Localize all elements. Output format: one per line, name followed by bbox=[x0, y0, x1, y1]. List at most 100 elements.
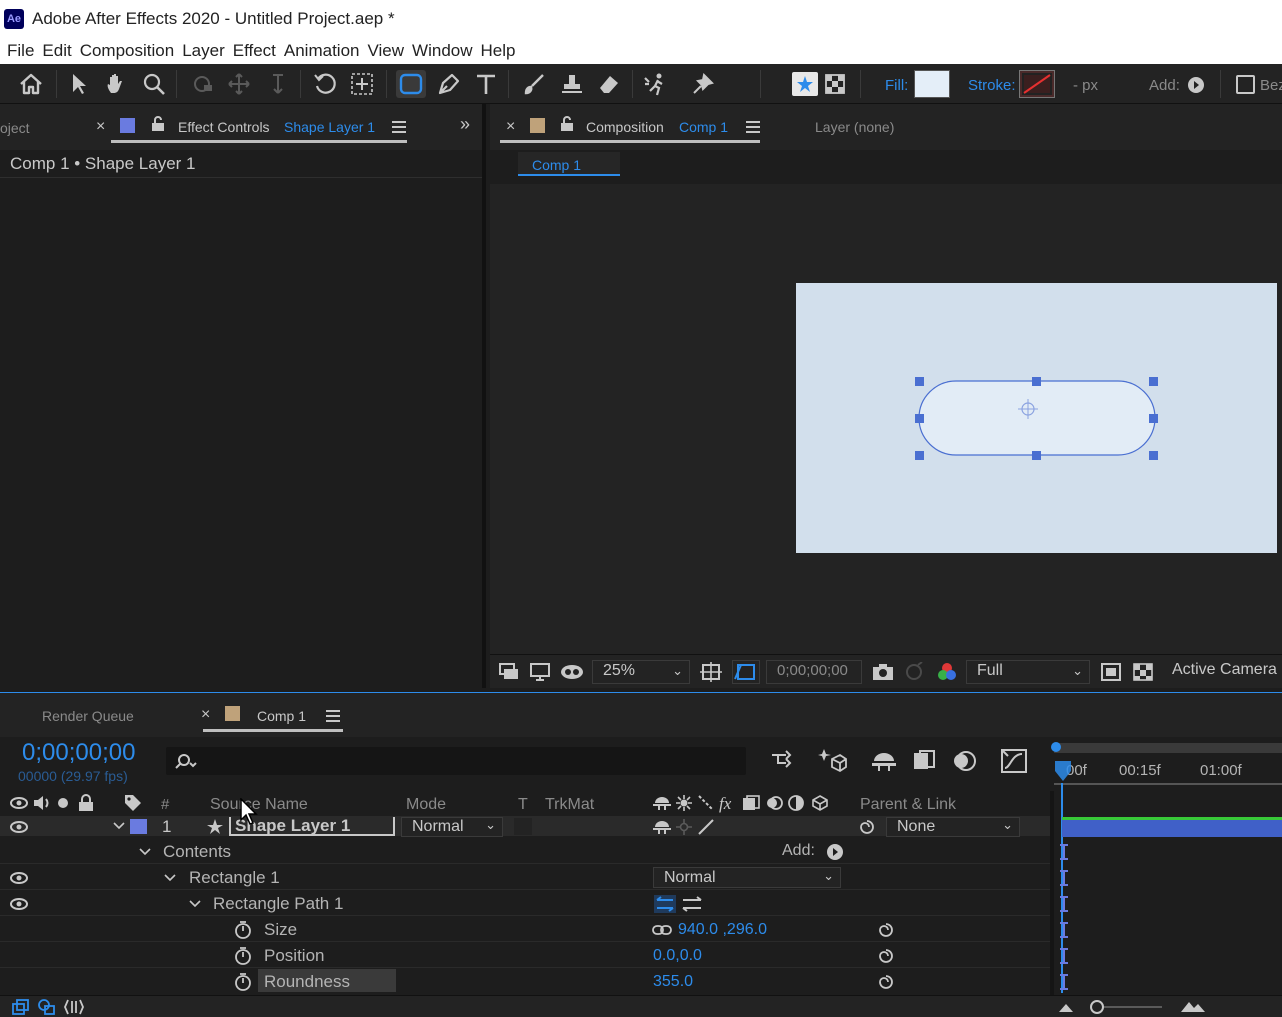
hand-tool-icon[interactable] bbox=[103, 71, 129, 97]
lock-column-icon[interactable] bbox=[78, 794, 94, 812]
resolution-dropdown[interactable]: Full ⌄ bbox=[966, 660, 1090, 684]
timeline-zoom-slider-track[interactable] bbox=[1096, 1006, 1162, 1008]
effect-controls-target[interactable]: Shape Layer 1 bbox=[284, 119, 375, 135]
roundness-expression-whip-icon[interactable] bbox=[877, 973, 895, 991]
snapshot-camera-icon[interactable] bbox=[872, 662, 894, 687]
close-comp-tab-icon[interactable]: × bbox=[506, 118, 515, 136]
monitor-icon[interactable] bbox=[530, 662, 550, 687]
contents-row[interactable]: Contents Add: bbox=[0, 839, 1050, 864]
transfer-controls-toggle-icon[interactable] bbox=[38, 999, 56, 1015]
frame-blend-switch-icon[interactable] bbox=[742, 795, 760, 811]
size-property-row[interactable]: Size 940.0 ,296.0 bbox=[0, 917, 1050, 942]
add-shape-button-icon[interactable] bbox=[1187, 76, 1205, 94]
audio-speaker-icon[interactable] bbox=[32, 795, 52, 811]
tool-creates-mask-icon[interactable] bbox=[822, 71, 848, 97]
current-time-display[interactable]: 0;00;00;00 bbox=[766, 660, 862, 684]
comp-subtab[interactable]: Comp 1 bbox=[518, 152, 620, 176]
stroke-label[interactable]: Stroke: bbox=[968, 77, 1016, 94]
rectangle-path-eye-icon[interactable] bbox=[10, 897, 28, 911]
layer-switches-toggle-icon[interactable] bbox=[12, 999, 30, 1015]
stroke-width-value[interactable]: - px bbox=[1073, 77, 1098, 94]
preserve-transparency-checkbox[interactable] bbox=[514, 818, 532, 835]
rounded-rectangle-shape[interactable] bbox=[796, 283, 1277, 553]
layer-quality-switch-icon[interactable] bbox=[698, 819, 714, 835]
brush-tool-icon[interactable] bbox=[521, 71, 547, 97]
solo-dot-icon[interactable] bbox=[58, 798, 68, 808]
motion-blur-icon[interactable] bbox=[952, 749, 976, 778]
position-value[interactable]: 0.0,0.0 bbox=[653, 947, 702, 965]
layer-duration-bar[interactable] bbox=[1062, 820, 1282, 837]
comp-lock-icon[interactable] bbox=[560, 116, 574, 137]
position-stopwatch-icon[interactable] bbox=[234, 946, 252, 966]
layer-collapse-switch-icon[interactable] bbox=[676, 819, 692, 835]
contents-add-button-icon[interactable] bbox=[826, 843, 844, 861]
tab-render-queue[interactable]: Render Queue bbox=[42, 708, 134, 724]
menu-window[interactable]: Window bbox=[412, 41, 472, 61]
panel-menu-icon[interactable] bbox=[392, 120, 406, 138]
frame-blending-icon[interactable] bbox=[912, 749, 936, 778]
panel-overflow-icon[interactable]: » bbox=[460, 114, 470, 135]
pan-camera-icon[interactable] bbox=[226, 71, 252, 97]
shy-switch-icon[interactable] bbox=[652, 795, 672, 811]
hide-shy-layers-icon[interactable] bbox=[870, 749, 898, 778]
menu-effect[interactable]: Effect bbox=[233, 41, 276, 61]
type-tool-icon[interactable] bbox=[473, 71, 499, 97]
tab-project[interactable]: oject bbox=[0, 120, 30, 136]
composition-mini-flowchart-icon[interactable] bbox=[770, 749, 798, 778]
timeline-current-time[interactable]: 0;00;00;00 bbox=[22, 739, 135, 767]
playhead-icon[interactable] bbox=[1054, 761, 1072, 783]
bezier-path-checkbox[interactable] bbox=[1236, 75, 1255, 94]
region-of-interest-icon[interactable] bbox=[1100, 662, 1122, 687]
layer-mode-dropdown[interactable]: Normal ⌄ bbox=[401, 817, 503, 837]
parent-pick-whip-icon[interactable] bbox=[857, 818, 877, 836]
channel-rgb-icon[interactable] bbox=[936, 662, 958, 687]
close-tab-icon[interactable]: × bbox=[96, 118, 105, 136]
comp-panel-menu-icon[interactable] bbox=[746, 120, 760, 138]
menu-file[interactable]: File bbox=[7, 41, 34, 61]
rectangle-tool-icon[interactable] bbox=[396, 70, 426, 98]
zoom-tool-icon[interactable] bbox=[141, 71, 167, 97]
timeline-panel-menu-icon[interactable] bbox=[326, 709, 340, 727]
roundness-property-row[interactable]: Roundness 355.0 bbox=[0, 969, 1050, 994]
magnification-dropdown[interactable]: 25% ⌄ bbox=[592, 660, 690, 684]
rectangle-eye-icon[interactable] bbox=[10, 871, 28, 885]
mask-visibility-icon[interactable] bbox=[560, 662, 584, 687]
rectangle-path-row[interactable]: Rectangle Path 1 bbox=[0, 891, 1050, 916]
roundness-label-highlight[interactable]: Roundness bbox=[258, 969, 396, 992]
lock-icon[interactable] bbox=[151, 116, 165, 137]
menu-composition[interactable]: Composition bbox=[80, 41, 175, 61]
in-out-duration-toggle-icon[interactable] bbox=[64, 999, 84, 1015]
position-property-row[interactable]: Position 0.0,0.0 bbox=[0, 943, 1050, 968]
menu-layer[interactable]: Layer bbox=[182, 41, 225, 61]
menu-edit[interactable]: Edit bbox=[42, 41, 71, 61]
show-snapshot-icon[interactable] bbox=[904, 661, 924, 687]
constrain-proportions-link-icon[interactable] bbox=[652, 924, 672, 936]
draft-3d-icon[interactable] bbox=[818, 747, 848, 780]
pen-tool-icon[interactable] bbox=[436, 71, 462, 97]
close-timeline-tab-icon[interactable]: × bbox=[201, 706, 210, 724]
layer-shy-switch-icon[interactable] bbox=[652, 819, 672, 835]
adjustment-layer-icon[interactable] bbox=[788, 795, 804, 811]
tab-composition[interactable]: Composition bbox=[586, 119, 664, 135]
work-area-bar[interactable] bbox=[1054, 743, 1282, 753]
rotation-tool-icon[interactable] bbox=[312, 71, 338, 97]
transparency-grid-icon[interactable] bbox=[1132, 662, 1154, 687]
rectangle-path-chevron-icon[interactable] bbox=[188, 899, 202, 909]
layer-expand-chevron-icon[interactable] bbox=[112, 821, 126, 831]
tab-timeline-comp[interactable]: Comp 1 bbox=[257, 708, 306, 724]
graph-editor-icon[interactable] bbox=[1000, 748, 1028, 779]
size-stopwatch-icon[interactable] bbox=[234, 920, 252, 940]
contents-chevron-icon[interactable] bbox=[138, 847, 152, 857]
always-preview-icon[interactable] bbox=[498, 662, 520, 687]
roundness-stopwatch-icon[interactable] bbox=[234, 972, 252, 992]
tool-creates-shape-star-icon[interactable] bbox=[792, 72, 818, 96]
fill-label[interactable]: Fill: bbox=[885, 77, 908, 94]
clone-stamp-tool-icon[interactable] bbox=[559, 71, 585, 97]
fill-swatch[interactable] bbox=[914, 70, 950, 98]
position-expression-whip-icon[interactable] bbox=[877, 947, 895, 965]
menu-view[interactable]: View bbox=[368, 41, 405, 61]
timeline-zoom-slider-handle[interactable] bbox=[1090, 1000, 1104, 1014]
zoom-out-mountain-icon[interactable] bbox=[1058, 1001, 1074, 1013]
selection-tool-icon[interactable] bbox=[66, 71, 92, 97]
3d-layer-icon[interactable] bbox=[811, 795, 829, 811]
